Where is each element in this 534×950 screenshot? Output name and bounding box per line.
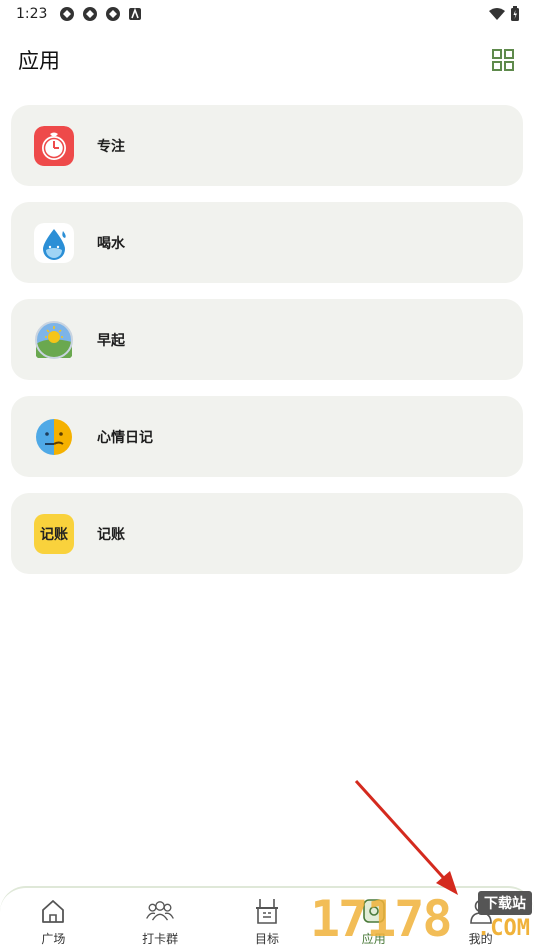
nav-label: 广场 — [41, 932, 66, 946]
status-time: 1:23 — [16, 6, 48, 22]
app-label: 心情日记 — [97, 429, 153, 446]
app-card-ledger[interactable]: 记账 记账 — [11, 493, 523, 574]
app-notification-icon — [129, 7, 142, 20]
nav-item-mine[interactable]: 我的 — [441, 896, 521, 947]
sunrise-icon — [34, 320, 74, 360]
app-card-water[interactable]: 喝水 — [11, 202, 523, 283]
battery-icon — [511, 6, 519, 21]
app-card-mood-diary[interactable]: 心情日记 — [11, 396, 523, 477]
nav-label: 目标 — [254, 932, 279, 946]
nav-label: 应用 — [361, 932, 386, 946]
home-icon — [42, 900, 65, 923]
mood-face-icon — [34, 417, 74, 457]
app-card-focus[interactable]: 专注 — [11, 105, 523, 186]
nav-label: 打卡群 — [142, 932, 179, 946]
status-notification-icons — [59, 6, 142, 22]
page-title: 应用 — [18, 49, 60, 73]
nav-item-goal[interactable]: 目标 — [227, 896, 307, 947]
wifi-icon — [489, 8, 505, 20]
status-bar: 1:23 — [0, 0, 534, 28]
notification-icon — [60, 7, 75, 21]
app-bar: 应用 — [0, 40, 534, 80]
ledger-icon: 记账 — [34, 513, 74, 554]
notification-icon — [83, 7, 98, 21]
group-icon — [146, 901, 175, 921]
grid-view-icon[interactable] — [492, 49, 514, 71]
app-label: 专注 — [97, 138, 125, 155]
app-label: 早起 — [97, 332, 125, 349]
app-label: 喝水 — [97, 235, 125, 252]
nav-label: 我的 — [468, 932, 493, 946]
ledger-icon-text: 记账 — [40, 526, 68, 543]
target-icon — [255, 899, 278, 924]
bottom-nav: 广场 打卡群 目标 应用 我的 — [0, 886, 534, 950]
app-card-early-rise[interactable]: 早起 — [11, 299, 523, 380]
apps-icon — [362, 899, 385, 923]
app-list: 专注 喝水 早起 心情日记 记账 记账 — [11, 105, 523, 590]
notification-icon — [106, 7, 121, 21]
profile-icon — [469, 899, 492, 924]
tomato-timer-icon — [34, 125, 74, 166]
nav-item-checkin-group[interactable]: 打卡群 — [120, 896, 200, 947]
app-label: 记账 — [97, 526, 125, 543]
annotation-arrow-icon — [354, 779, 458, 895]
water-drop-icon — [34, 222, 74, 263]
nav-item-apps[interactable]: 应用 — [334, 896, 414, 947]
nav-item-plaza[interactable]: 广场 — [13, 896, 93, 947]
